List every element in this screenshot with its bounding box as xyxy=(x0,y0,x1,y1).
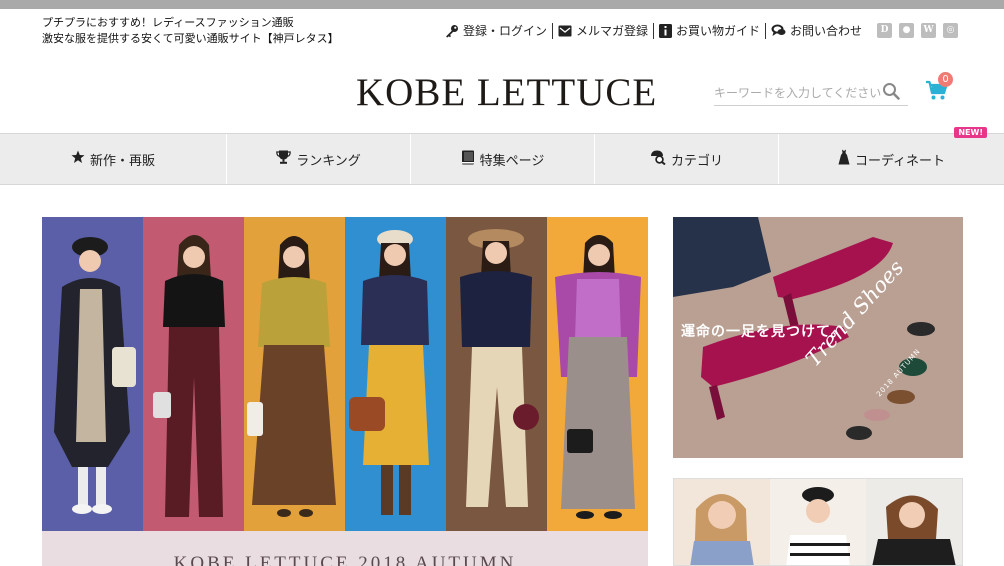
newsletter-label: メルマガ登録 xyxy=(575,24,648,38)
utility-links: 登録・ログイン メルマガ登録 お買い物ガイド お問い合わせ D ● W ◎ xyxy=(440,22,958,39)
site-logo[interactable]: KOBE LETTUCE xyxy=(356,70,656,115)
trend-shoes-banner[interactable]: 運命の一足を見つけて。 Trend Shoes 2018 AUTUMN xyxy=(673,217,963,458)
trophy-icon xyxy=(276,150,291,168)
hero-panel-image xyxy=(345,217,446,531)
new-badge: NEW! xyxy=(954,127,987,138)
search-input[interactable] xyxy=(714,85,882,100)
mail-icon xyxy=(558,25,572,37)
book-icon xyxy=(461,150,475,169)
hero-caption: KOBE LETTUCE 2018 AUTUMN xyxy=(42,531,648,566)
cart-count-badge: 0 xyxy=(938,72,953,87)
star-icon xyxy=(71,150,85,168)
instagram-icon[interactable]: ◎ xyxy=(943,23,958,38)
line-icon[interactable]: ● xyxy=(899,23,914,38)
dress-icon xyxy=(838,149,850,169)
guide-label: お買い物ガイド xyxy=(675,24,760,38)
nav-coordinate[interactable]: コーディネート NEW! xyxy=(778,127,1004,184)
nav-new-arrivals[interactable]: 新作・再販 xyxy=(0,134,226,184)
nav-ranking[interactable]: ランキング xyxy=(226,134,410,184)
nav-label: 特集ページ xyxy=(479,153,545,169)
nav-label: 新作・再販 xyxy=(89,153,155,169)
info-icon xyxy=(658,23,672,38)
login-link[interactable]: 登録・ログイン xyxy=(440,22,552,39)
hero-panel-image xyxy=(42,217,143,531)
hero-panel-image xyxy=(547,217,648,531)
hero-panel-image xyxy=(143,217,244,531)
nav-label: コーディネート xyxy=(854,153,946,169)
main-nav: 新作・再販 ランキング 特集ページ カテゴリ コーディネート NEW! xyxy=(0,127,1004,185)
d-icon[interactable]: D xyxy=(877,23,892,38)
top-accent-bar xyxy=(0,0,1004,9)
models-banner[interactable] xyxy=(673,478,963,566)
social-links: D ● W ◎ xyxy=(877,23,958,38)
key-icon xyxy=(445,24,459,38)
hero-banner[interactable]: KOBE LETTUCE 2018 AUTUMN xyxy=(42,217,648,566)
cart-button[interactable]: 0 xyxy=(925,72,953,106)
cart-icon xyxy=(925,80,949,106)
newsletter-link[interactable]: メルマガ登録 xyxy=(553,22,653,39)
tagline-line-2: 激安な服を提供する安くて可愛い通販サイト【神戸レタス】 xyxy=(42,32,339,45)
guide-link[interactable]: お買い物ガイド xyxy=(654,22,765,39)
models-banner-image xyxy=(674,479,962,565)
nav-category[interactable]: カテゴリ xyxy=(594,134,778,184)
site-tagline: プチプラにおすすめ！レディースファッション通販 激安な服を提供する安くて可愛い通… xyxy=(42,15,339,47)
contact-label: お問い合わせ xyxy=(789,24,862,38)
login-label: 登録・ログイン xyxy=(462,24,547,38)
nav-label: ランキング xyxy=(296,153,361,169)
w-icon[interactable]: W xyxy=(921,23,936,38)
contact-link[interactable]: お問い合わせ xyxy=(766,22,867,39)
category-search-icon xyxy=(650,150,666,169)
search-icon[interactable] xyxy=(882,82,900,104)
hero-panel-image xyxy=(446,217,547,531)
nav-features[interactable]: 特集ページ xyxy=(410,134,594,184)
tagline-line-1: プチプラにおすすめ！レディースファッション通販 xyxy=(42,16,294,29)
hero-panel-image xyxy=(244,217,345,531)
search-box xyxy=(714,80,908,106)
nav-label: カテゴリ xyxy=(670,153,723,169)
chat-icon xyxy=(771,24,786,37)
